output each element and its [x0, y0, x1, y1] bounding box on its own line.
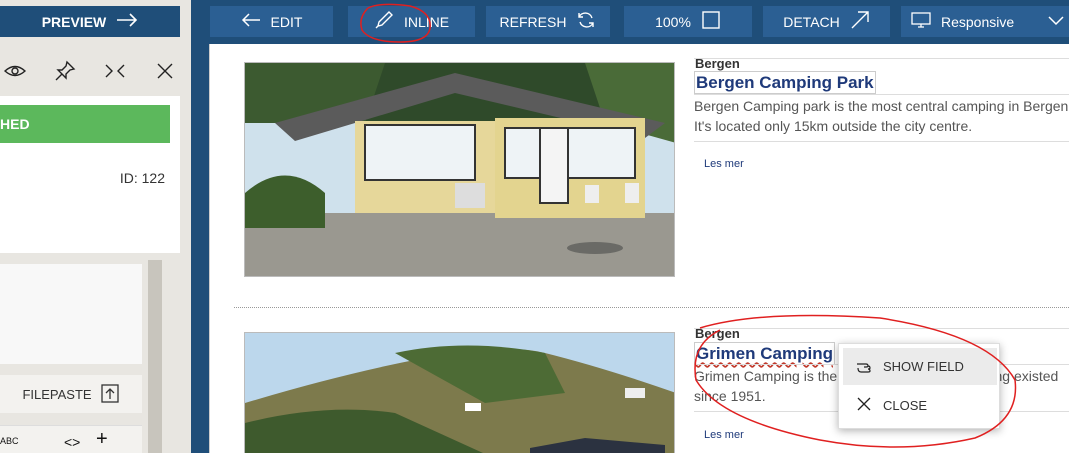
add-icon[interactable]: +	[96, 428, 108, 451]
inline-button[interactable]: INLINE	[348, 6, 475, 37]
left-panel: PREVIEW HED ID: 122 FILEPASTE ABC <> +	[0, 0, 191, 453]
edit-button[interactable]: EDIT	[210, 6, 333, 37]
detach-button[interactable]: DETACH	[763, 6, 890, 37]
item-id: ID: 122	[119, 170, 165, 186]
chevron-down-icon	[1046, 10, 1066, 33]
item-title[interactable]: Bergen Camping Park	[694, 71, 876, 94]
edit-label: EDIT	[270, 13, 303, 30]
camping-photo	[244, 62, 675, 277]
show-field-label: SHOW FIELD	[883, 359, 964, 374]
status-label: HED	[0, 116, 30, 132]
city-label: Bergen	[695, 326, 740, 341]
code-icon[interactable]: <>	[64, 434, 80, 450]
close-icon[interactable]	[154, 60, 176, 82]
city-label: Bergen	[695, 56, 740, 71]
hand-pointer-icon	[855, 356, 873, 377]
refresh-label: REFRESH	[499, 13, 567, 30]
refresh-button[interactable]: REFRESH	[486, 6, 610, 37]
pencil-icon	[374, 10, 394, 33]
panel-icon-bar	[0, 52, 191, 90]
status-bar: HED	[0, 105, 170, 143]
item-description[interactable]: Bergen Camping park is the most central …	[694, 96, 1069, 142]
close-icon	[855, 395, 873, 416]
field-outline	[694, 94, 1069, 95]
zoom-label: 100%	[655, 13, 691, 30]
pin-icon[interactable]	[54, 60, 76, 82]
spellcheck-icon[interactable]: ABC	[0, 436, 19, 446]
arrow-left-icon	[241, 10, 261, 33]
collapse-icon[interactable]	[104, 60, 126, 82]
eye-icon[interactable]	[3, 60, 27, 82]
inline-label: INLINE	[403, 13, 450, 30]
editor-scrollbar[interactable]	[148, 260, 162, 453]
filepaste-label: FILEPASTE	[22, 386, 92, 402]
preview-label: PREVIEW	[41, 13, 107, 30]
zoom-button[interactable]: 100%	[624, 6, 752, 37]
item-divider	[234, 307, 1069, 308]
read-more-link[interactable]: Les mer	[704, 158, 744, 170]
editor-text-box[interactable]	[0, 264, 142, 364]
read-more-link[interactable]: Les mer	[704, 429, 744, 441]
detach-label: DETACH	[783, 13, 840, 30]
top-toolbar: EDIT INLINE REFRESH 100% DETACH Responsi…	[200, 0, 1069, 44]
close-menu-item[interactable]: CLOSE	[843, 387, 997, 424]
show-field-menu-item[interactable]: SHOW FIELD	[843, 348, 997, 385]
editor-toolbar: ABC <> +	[0, 425, 142, 453]
arrow-right-icon	[116, 13, 138, 30]
content-border	[209, 44, 210, 453]
field-outline	[694, 58, 1069, 59]
panel-splitter[interactable]	[191, 44, 209, 453]
context-menu: SHOW FIELD CLOSE	[838, 343, 1000, 429]
responsive-label: Responsive	[941, 13, 1015, 30]
close-label: CLOSE	[883, 398, 928, 413]
field-outline	[694, 328, 1069, 329]
responsive-select[interactable]: Responsive	[901, 6, 1069, 37]
square-icon	[701, 10, 721, 33]
camping-photo	[244, 332, 675, 453]
item-title[interactable]: Grimen Camping	[694, 342, 835, 365]
arrow-diagonal-icon	[850, 10, 870, 33]
refresh-icon	[576, 10, 596, 33]
description-start: Grimen Camping is the	[694, 368, 838, 384]
preview-button[interactable]: PREVIEW	[0, 6, 180, 37]
filepaste-button[interactable]: FILEPASTE	[0, 375, 142, 413]
upload-icon	[100, 382, 120, 407]
monitor-icon	[911, 10, 931, 33]
